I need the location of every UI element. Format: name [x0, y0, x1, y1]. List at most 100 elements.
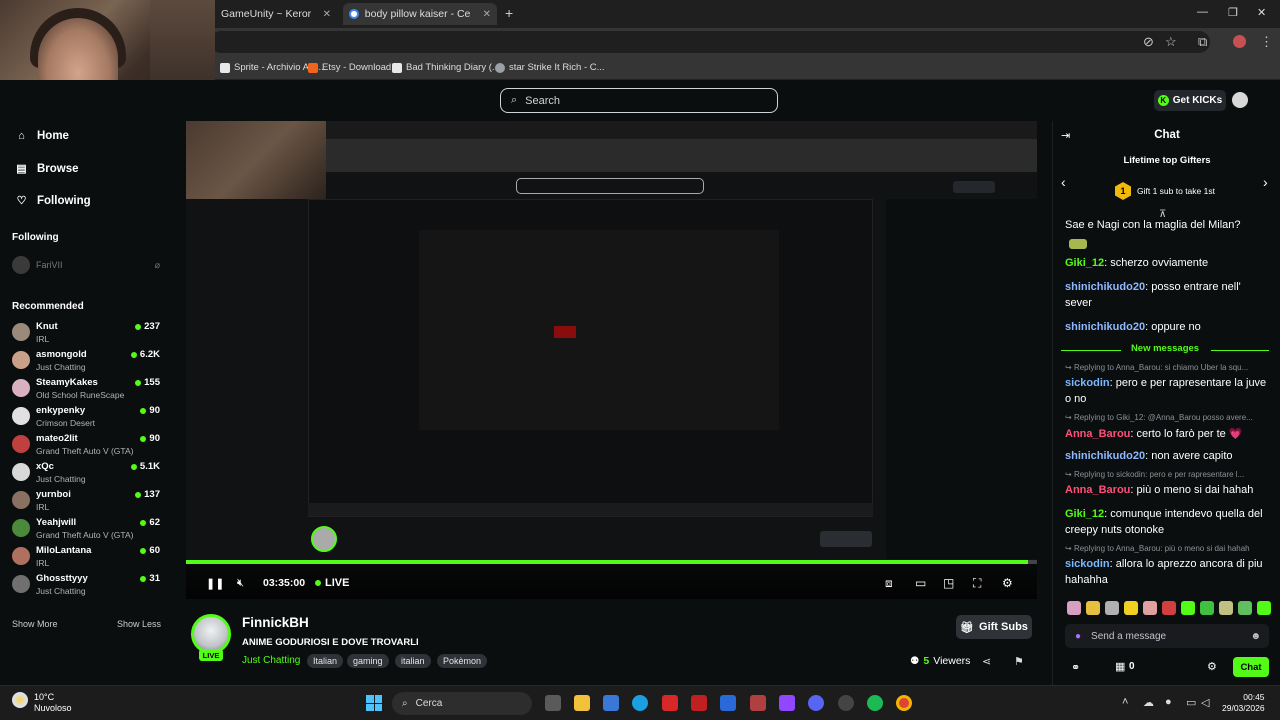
streamer-avatar[interactable] [191, 614, 231, 654]
chat-username[interactable]: shinichikudo20 [1065, 450, 1145, 462]
app-icon[interactable] [750, 695, 766, 711]
windows-start-icon[interactable] [366, 695, 382, 711]
sidebar-channel[interactable]: SteamyKakes Old School RuneScape 155 [12, 377, 160, 405]
mcafee-icon[interactable] [691, 695, 707, 711]
sidebar-item-browse[interactable]: ▤ Browse [16, 162, 78, 176]
emote-icon[interactable] [1219, 601, 1233, 615]
volume-icon[interactable]: ◁ [1201, 696, 1209, 709]
edge-icon[interactable] [632, 695, 648, 711]
close-tab-icon[interactable]: ✕ [483, 9, 491, 20]
chevron-right-icon[interactable]: › [1263, 174, 1268, 190]
settings-icon[interactable]: ⚙ [1002, 576, 1013, 590]
tray-chevron-icon[interactable]: ˄ [1122, 696, 1128, 708]
sidebar-item-home[interactable]: ⌂ Home [16, 130, 69, 142]
emote-icon[interactable] [1162, 601, 1176, 615]
emote-icon[interactable] [1257, 601, 1271, 615]
bookmark-item[interactable]: Bad Thinking Diary (... [392, 62, 500, 73]
theatre-icon[interactable]: ▭ [915, 576, 926, 590]
address-bar[interactable] [210, 31, 1210, 53]
search-input[interactable]: ⌕ Search [500, 88, 778, 113]
chat-username[interactable]: shinichikudo20 [1065, 321, 1145, 333]
file-explorer-icon[interactable] [574, 695, 590, 711]
chat-username[interactable]: sickodin [1065, 558, 1110, 570]
send-chat-button[interactable]: Chat [1233, 657, 1269, 677]
sidebar-channel[interactable]: asmongold Just Chatting 6.2K [12, 349, 160, 377]
chat-settings-icon[interactable]: ⚙ [1207, 660, 1217, 673]
show-more-button[interactable]: Show More [12, 619, 58, 629]
bookmark-item[interactable]: Etsy - Download [308, 62, 391, 73]
chat-input[interactable]: ● Send a message ☻ [1065, 624, 1269, 648]
taskbar-search[interactable]: ⌕ Cerca [392, 692, 532, 715]
stream-tag[interactable]: italian [395, 654, 431, 668]
show-less-button[interactable]: Show Less [117, 619, 161, 629]
chat-username[interactable]: Giki_12 [1065, 508, 1104, 520]
profile-avatar[interactable] [1233, 35, 1246, 48]
sidebar-channel[interactable]: MiloLantana IRL 60 [12, 545, 160, 573]
spotify-icon[interactable] [867, 695, 883, 711]
chat-username[interactable]: sickodin [1065, 377, 1110, 389]
app-icon-l[interactable] [662, 695, 678, 711]
weather-widget[interactable]: 10°C Nuvoloso [12, 692, 72, 714]
sidebar-channel[interactable]: yurnboi IRL 137 [12, 489, 160, 517]
report-icon[interactable]: ⚑ [1014, 655, 1024, 668]
get-kicks-button[interactable]: K Get KICKs [1154, 90, 1226, 111]
chat-username[interactable]: Anna_Barou [1065, 484, 1130, 496]
chat-username[interactable]: Anna_Barou [1065, 428, 1130, 440]
restore-icon[interactable]: ❐ [1228, 6, 1238, 19]
store-icon[interactable] [603, 695, 619, 711]
pause-icon[interactable]: ❚❚ [206, 577, 224, 590]
sidebar-channel[interactable]: Yeahjwill Grand Theft Auto V (GTA) 62 [12, 517, 160, 545]
cloud-icon[interactable]: ☁ [1143, 696, 1154, 709]
emote-icon[interactable] [1124, 601, 1138, 615]
chevron-left-icon[interactable]: ‹ [1061, 174, 1066, 190]
sidebar-channel[interactable]: Knut IRL 237 [12, 321, 160, 349]
stream-tag[interactable]: Italian [307, 654, 344, 668]
followed-channel[interactable]: FariVII ⌀ [12, 256, 160, 274]
pip-icon[interactable]: ◳ [943, 576, 954, 590]
task-view-icon[interactable] [545, 695, 561, 711]
chat-username[interactable]: Giki_12 [1065, 257, 1104, 269]
extensions-icon[interactable]: ⧉ [1198, 34, 1207, 50]
clip-icon[interactable]: ⧈ [885, 576, 893, 591]
close-tab-icon[interactable]: ✕ [323, 9, 331, 20]
gift-icon[interactable]: ▦ [1115, 660, 1125, 673]
star-icon[interactable]: ☆ [1165, 34, 1177, 50]
sidebar-channel[interactable]: enkypenky Crimson Desert 90 [12, 405, 160, 433]
stream-tag[interactable]: gaming [347, 654, 389, 668]
mute-icon[interactable]: 🔇︎ [237, 577, 244, 590]
emote-icon[interactable] [1238, 601, 1252, 615]
chrome-icon[interactable] [896, 695, 912, 711]
sidebar-item-following[interactable]: ♡ Following [16, 194, 91, 208]
browser-tab-active[interactable]: body pillow kaiser - Cerca con ✕ [343, 3, 497, 25]
emote-icon[interactable] [1067, 601, 1081, 615]
browser-tab[interactable]: GameUnity ~ Keroro (ITA) Stre ✕ [215, 3, 337, 25]
bookmark-item[interactable]: star Strike It Rich - C... [495, 62, 605, 73]
emote-icon[interactable] [1200, 601, 1214, 615]
discord-icon[interactable] [808, 695, 824, 711]
twitch-icon[interactable] [779, 695, 795, 711]
chat-username[interactable]: shinichikudo20 [1065, 281, 1145, 293]
sidebar-channel[interactable]: Ghossttyyy Just Chatting 31 [12, 573, 160, 601]
new-tab-icon[interactable]: + [505, 5, 513, 21]
sidebar-channel[interactable]: xQc Just Chatting 5.1K [12, 461, 160, 489]
sidebar-channel[interactable]: mateo2lit Grand Theft Auto V (GTA) 90 [12, 433, 160, 461]
video-player[interactable]: ❚❚ 🔇︎ 03:35:00 LIVE ⧈ ▭ ◳ ⛶ ⚙ [186, 121, 1037, 599]
emote-icon[interactable] [1143, 601, 1157, 615]
emoji-icon[interactable]: ☻ [1250, 631, 1261, 642]
kicks-icon[interactable]: ⚭ [1071, 661, 1080, 674]
eye-off-icon[interactable]: ⊘ [1143, 34, 1154, 50]
stream-tag[interactable]: Pokèmon [437, 654, 488, 668]
gift-cta[interactable]: 1 Gift 1 sub to take 1st [1115, 182, 1215, 200]
window-close-icon[interactable]: ✕ [1257, 6, 1266, 19]
system-clock[interactable]: 00:45 29/03/2026 [1222, 692, 1265, 714]
emote-icon[interactable] [1181, 601, 1195, 615]
mail-icon[interactable] [720, 695, 736, 711]
user-avatar[interactable] [1232, 92, 1248, 108]
more-icon[interactable]: ⋮ [1260, 34, 1273, 50]
share-icon[interactable]: ⋖ [982, 655, 991, 668]
gift-subs-button[interactable]: 🎁︎ Gift Subs [956, 615, 1032, 639]
microphone-icon[interactable]: ● [1075, 631, 1081, 642]
steam-icon[interactable] [838, 695, 854, 711]
emote-icon[interactable] [1086, 601, 1100, 615]
streamer-name[interactable]: FinnickBH [242, 615, 309, 630]
